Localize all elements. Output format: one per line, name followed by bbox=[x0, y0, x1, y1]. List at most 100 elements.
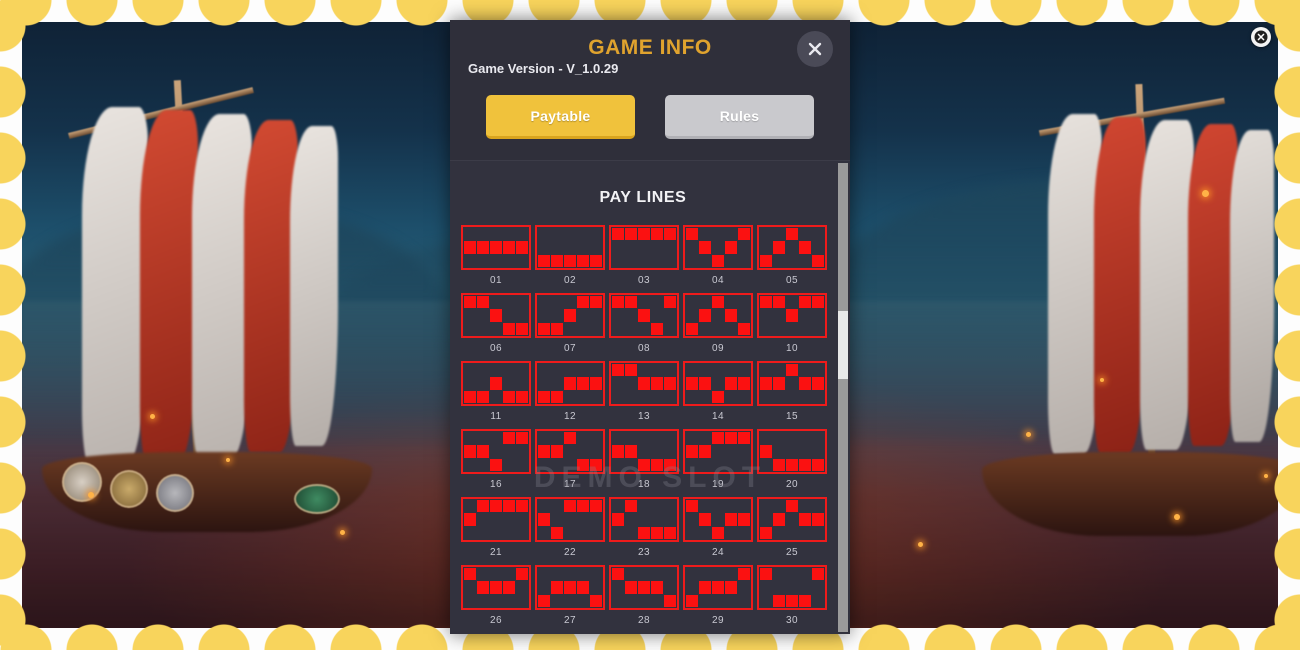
payline-slot bbox=[786, 458, 798, 471]
payline-slot bbox=[551, 581, 563, 594]
payline-slot bbox=[564, 445, 576, 457]
payline-slot bbox=[577, 296, 589, 309]
page-close-button[interactable] bbox=[1251, 27, 1271, 47]
payline-slot bbox=[664, 323, 676, 335]
payline-slot bbox=[712, 228, 724, 240]
payline-slot bbox=[638, 241, 650, 253]
payline-slot bbox=[490, 458, 502, 471]
payline-slot bbox=[638, 255, 650, 267]
payline-slot bbox=[503, 500, 515, 513]
payline-slot bbox=[651, 568, 663, 580]
modal-tabs: Paytable Rules bbox=[450, 95, 850, 139]
payline-slot bbox=[786, 568, 798, 580]
payline-slot bbox=[725, 323, 737, 335]
payline-label: 14 bbox=[712, 411, 724, 422]
section-title: PAY LINES bbox=[599, 189, 687, 206]
payline-slot bbox=[773, 594, 785, 607]
paytable-scrollbar-track[interactable] bbox=[838, 163, 848, 632]
payline-label: 15 bbox=[786, 411, 798, 422]
payline-slot bbox=[490, 228, 502, 240]
payline-slot bbox=[516, 390, 528, 403]
payline-item: 08 bbox=[609, 293, 679, 361]
payline-slot bbox=[638, 377, 650, 390]
payline-item: 12 bbox=[535, 361, 605, 429]
payline-slot bbox=[773, 432, 785, 444]
payline-slot bbox=[577, 323, 589, 335]
payline-diagram bbox=[683, 565, 753, 610]
payline-slot bbox=[712, 309, 724, 321]
payline-slot bbox=[490, 595, 502, 607]
tab-rules[interactable]: Rules bbox=[665, 95, 814, 139]
payline-slot bbox=[725, 459, 737, 471]
tab-paytable[interactable]: Paytable bbox=[486, 95, 635, 139]
payline-slot bbox=[712, 581, 724, 594]
payline-slot bbox=[590, 296, 602, 309]
payline-slot bbox=[651, 526, 663, 539]
payline-slot bbox=[773, 527, 785, 539]
payline-label: 21 bbox=[490, 547, 502, 558]
payline-slot bbox=[590, 254, 602, 267]
payline-diagram bbox=[609, 225, 679, 270]
modal-close-button[interactable] bbox=[797, 31, 833, 67]
payline-slot bbox=[686, 513, 698, 525]
payline-item: 15 bbox=[757, 361, 827, 429]
payline-slot bbox=[786, 594, 798, 607]
payline-slot bbox=[538, 594, 550, 607]
close-circle-icon bbox=[1254, 30, 1268, 44]
payline-slot bbox=[773, 391, 785, 403]
payline-slot bbox=[712, 296, 724, 309]
payline-slot bbox=[625, 296, 637, 309]
payline-slot bbox=[699, 323, 711, 335]
payline-item: 05 bbox=[757, 225, 827, 293]
payline-slot bbox=[503, 241, 515, 254]
payline-slot bbox=[516, 595, 528, 607]
payline-slot bbox=[564, 581, 576, 594]
payline-slot bbox=[812, 527, 824, 539]
payline-slot bbox=[551, 296, 563, 308]
payline-slot bbox=[786, 241, 798, 253]
payline-slot bbox=[686, 255, 698, 267]
payline-slot bbox=[638, 228, 650, 241]
payline-slot bbox=[699, 228, 711, 240]
payline-slot bbox=[664, 377, 676, 390]
payline-slot bbox=[503, 432, 515, 445]
payline-slot bbox=[651, 255, 663, 267]
payline-slot bbox=[477, 432, 489, 444]
payline-slot bbox=[577, 432, 589, 444]
payline-item: 02 bbox=[535, 225, 605, 293]
payline-label: 16 bbox=[490, 479, 502, 490]
payline-slot bbox=[812, 581, 824, 593]
payline-diagram bbox=[609, 565, 679, 610]
payline-slot bbox=[464, 500, 476, 512]
payline-slot bbox=[786, 527, 798, 539]
payline-diagram bbox=[535, 225, 605, 270]
payline-item: 26 bbox=[461, 565, 531, 633]
payline-slot bbox=[786, 309, 798, 322]
payline-slot bbox=[651, 364, 663, 376]
payline-slot bbox=[503, 296, 515, 308]
payline-slot bbox=[464, 432, 476, 444]
payline-slot bbox=[712, 254, 724, 267]
payline-slot bbox=[725, 377, 737, 390]
payline-slot bbox=[612, 459, 624, 471]
payline-slot bbox=[503, 459, 515, 471]
payline-slot bbox=[760, 581, 772, 593]
payline-slot bbox=[564, 568, 576, 580]
modal-header: GAME INFO Game Version - V_1.0.29 Paytab… bbox=[450, 20, 850, 161]
payline-slot bbox=[538, 432, 550, 444]
payline-slot bbox=[638, 391, 650, 403]
payline-slot bbox=[516, 255, 528, 267]
payline-slot bbox=[738, 255, 750, 267]
payline-diagram bbox=[609, 429, 679, 474]
payline-diagram bbox=[461, 225, 531, 270]
payline-slot bbox=[760, 432, 772, 444]
payline-slot bbox=[725, 581, 737, 594]
payline-item: 10 bbox=[757, 293, 827, 361]
payline-slot bbox=[638, 526, 650, 539]
payline-slot bbox=[651, 458, 663, 471]
payline-slot bbox=[773, 458, 785, 471]
payline-diagram bbox=[535, 565, 605, 610]
paytable-scrollbar-thumb[interactable] bbox=[838, 311, 848, 379]
payline-slot bbox=[625, 445, 637, 458]
payline-slot bbox=[799, 255, 811, 267]
